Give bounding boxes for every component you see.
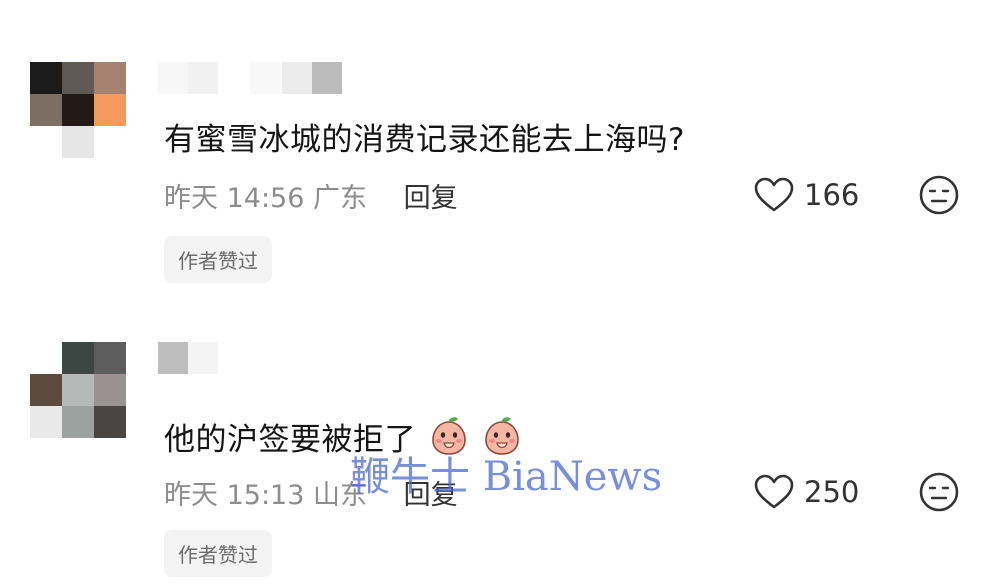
author-liked-badge: 作者赞过 <box>164 530 272 577</box>
comment-meta: 昨天 14:56 广东 回复 <box>164 176 458 215</box>
heart-outline-icon <box>754 177 794 212</box>
like-button[interactable]: 166 <box>754 177 859 213</box>
like-count: 166 <box>804 178 860 212</box>
avatar[interactable] <box>30 62 126 158</box>
comment-time: 昨天 14:56 <box>164 183 305 214</box>
author-liked-badge: 作者赞过 <box>164 236 272 283</box>
comment-location: 广东 <box>313 183 367 214</box>
meh-face-icon[interactable] <box>918 174 960 216</box>
like-count: 250 <box>804 475 860 509</box>
meh-face-icon[interactable] <box>918 471 960 513</box>
comment-item: 有蜜雪冰城的消费记录还能去上海吗? 昨天 14:56 广东 回复 166 作者赞… <box>0 0 1000 290</box>
avatar[interactable] <box>30 342 126 438</box>
comment-text: 有蜜雪冰城的消费记录还能去上海吗? <box>164 122 685 158</box>
reply-button[interactable]: 回复 <box>404 183 458 214</box>
comment-time: 昨天 15:13 <box>164 480 305 511</box>
like-button[interactable]: 250 <box>754 474 859 510</box>
comment-item: 他的沪签要被拒了 昨天 15:13 山东 回复 250 作者赞过 <box>0 298 1000 585</box>
watermark: 鞭牛士 BiaNews <box>350 454 663 500</box>
heart-outline-icon <box>754 474 794 509</box>
